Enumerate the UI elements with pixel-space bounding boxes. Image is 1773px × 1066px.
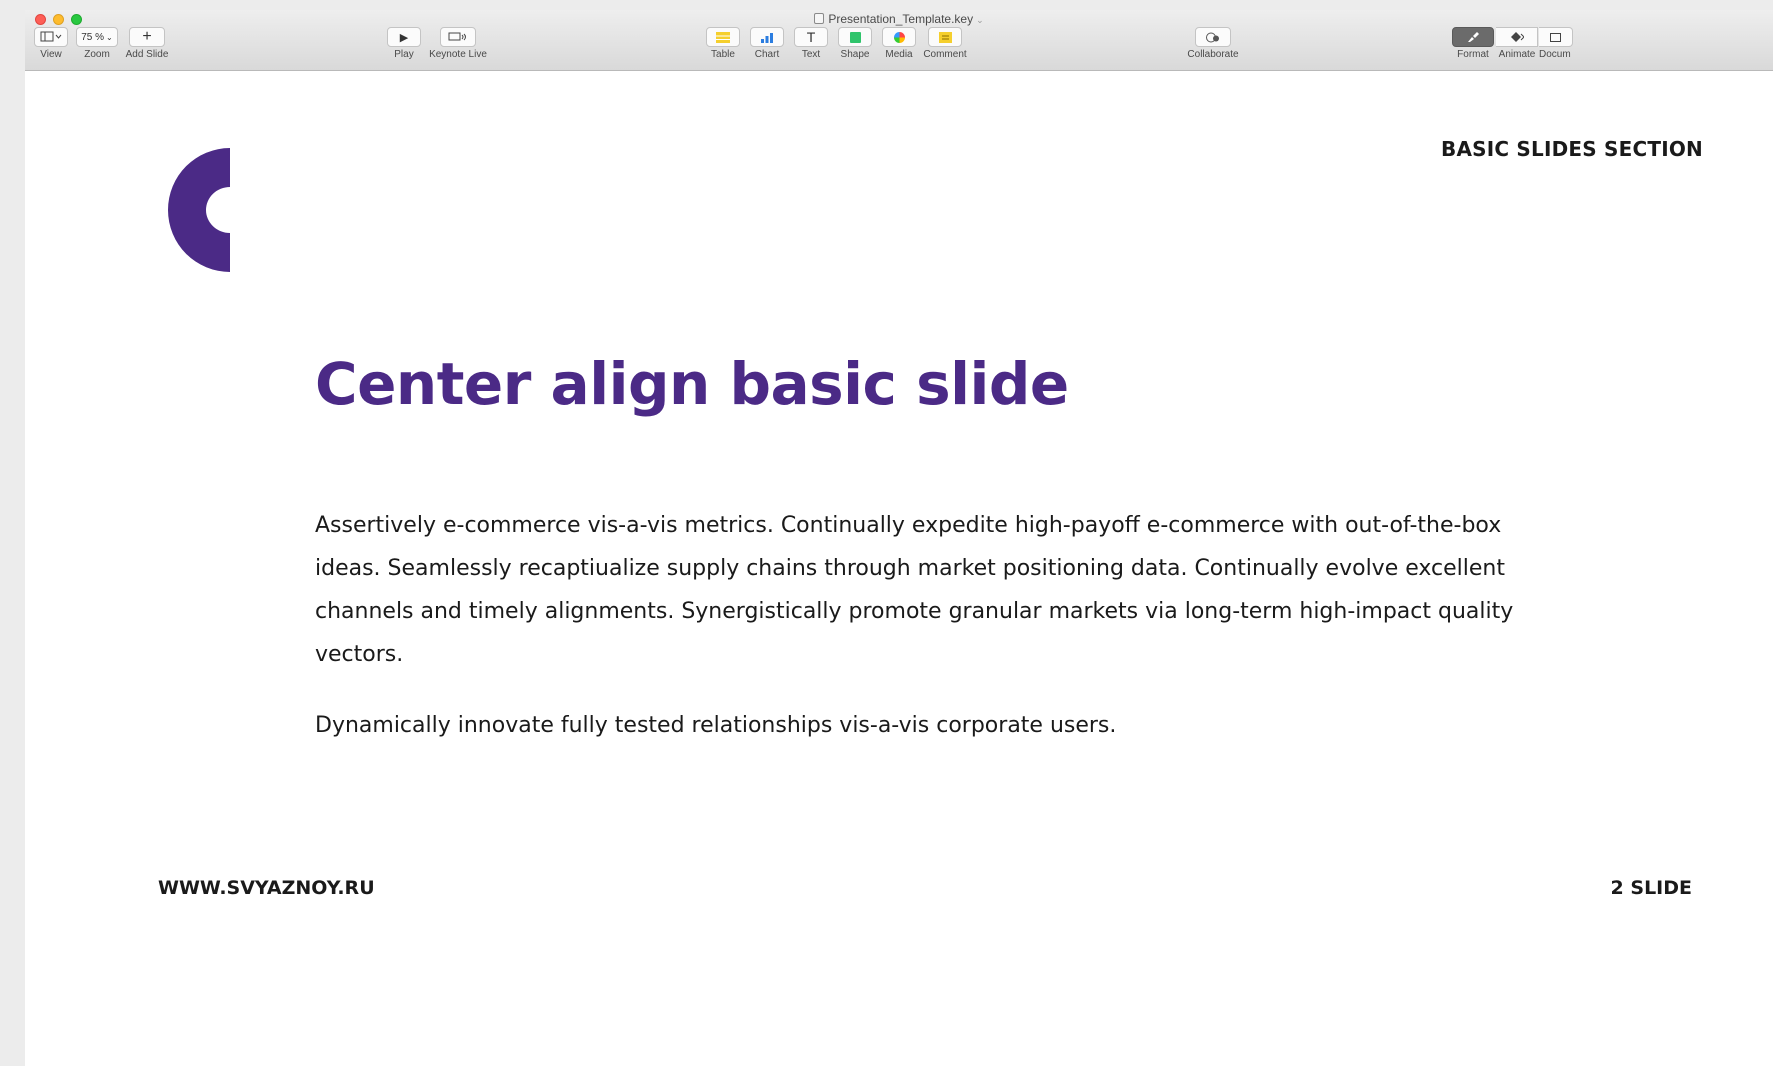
view-button[interactable]: View <box>33 27 69 60</box>
play-button[interactable]: ▶ Play <box>386 27 422 60</box>
shape-label: Shape <box>840 49 870 60</box>
document-title-text: Presentation_Template.key <box>828 12 974 26</box>
slide-title[interactable]: Center align basic slide <box>315 350 1069 418</box>
section-label[interactable]: BASIC SLIDES SECTION <box>1441 137 1703 161</box>
collaborate-label: Collaborate <box>1187 49 1239 60</box>
media-label: Media <box>885 49 913 60</box>
shape-button[interactable]: Shape <box>837 27 873 60</box>
keynote-window: Presentation_Template.key ⌄ View 75 % ⌄ Zo… <box>25 10 1773 1066</box>
slide-number[interactable]: 2 SLIDE <box>1611 877 1692 899</box>
zoom-label: Zoom <box>84 49 110 60</box>
zoom-value: 75 % <box>81 31 105 43</box>
shape-icon <box>838 27 872 47</box>
comment-icon <box>928 27 962 47</box>
play-icon: ▶ <box>387 27 421 47</box>
paintbrush-icon <box>1452 27 1494 47</box>
format-label: Format <box>1457 49 1489 60</box>
toolbar: Presentation_Template.key ⌄ View 75 % ⌄ Zo… <box>25 10 1773 71</box>
comment-button[interactable]: Comment <box>923 27 967 60</box>
body-paragraph[interactable]: Assertively e-commerce vis-a-vis metrics… <box>315 504 1515 676</box>
document-title[interactable]: Presentation_Template.key ⌄ <box>25 12 1773 26</box>
brand-logo <box>168 148 230 272</box>
chart-label: Chart <box>754 49 780 60</box>
play-label: Play <box>394 49 414 60</box>
add-slide-label: Add Slide <box>125 49 169 60</box>
table-button[interactable]: Table <box>705 27 741 60</box>
chart-button[interactable]: Chart <box>749 27 785 60</box>
comment-label: Comment <box>923 49 967 60</box>
document-icon <box>1539 27 1573 47</box>
media-icon <box>882 27 916 47</box>
keynote-live-icon <box>440 27 476 47</box>
footer-website[interactable]: WWW.SVYAZNOY.RU <box>158 877 375 899</box>
zoom-value-box: 75 % ⌄ <box>76 27 118 47</box>
keynote-live-button[interactable]: Keynote Live <box>427 27 489 60</box>
add-slide-button[interactable]: + Add Slide <box>125 27 169 60</box>
collaborate-icon <box>1195 27 1231 47</box>
media-button[interactable]: Media <box>881 27 917 60</box>
view-label: View <box>40 49 62 60</box>
chevron-down-icon: ⌄ <box>106 32 113 42</box>
document-button[interactable]: Docum <box>1539 27 1573 60</box>
text-label: Text <box>801 49 821 60</box>
zoom-select[interactable]: 75 % ⌄ Zoom <box>75 27 119 60</box>
format-button[interactable]: Format <box>1451 27 1495 60</box>
text-icon: T <box>794 27 828 47</box>
body-paragraph[interactable]: Dynamically innovate fully tested relati… <box>315 704 1515 747</box>
table-label: Table <box>711 49 735 60</box>
keynote-live-label: Keynote Live <box>429 49 487 60</box>
animate-label: Animate <box>1498 49 1536 60</box>
text-button[interactable]: T Text <box>793 27 829 60</box>
animate-icon <box>1496 27 1538 47</box>
chart-icon <box>750 27 784 47</box>
animate-button[interactable]: Animate <box>1495 27 1539 60</box>
plus-icon: + <box>129 27 165 47</box>
view-icon <box>34 27 68 47</box>
slide-canvas[interactable]: BASIC SLIDES SECTION Center align basic … <box>25 72 1773 1066</box>
document-label: Docum <box>1539 49 1571 60</box>
keynote-file-icon <box>814 13 825 24</box>
table-icon <box>706 27 740 47</box>
collaborate-button[interactable]: Collaborate <box>1183 27 1243 60</box>
chevron-down-icon: ⌄ <box>976 15 984 25</box>
